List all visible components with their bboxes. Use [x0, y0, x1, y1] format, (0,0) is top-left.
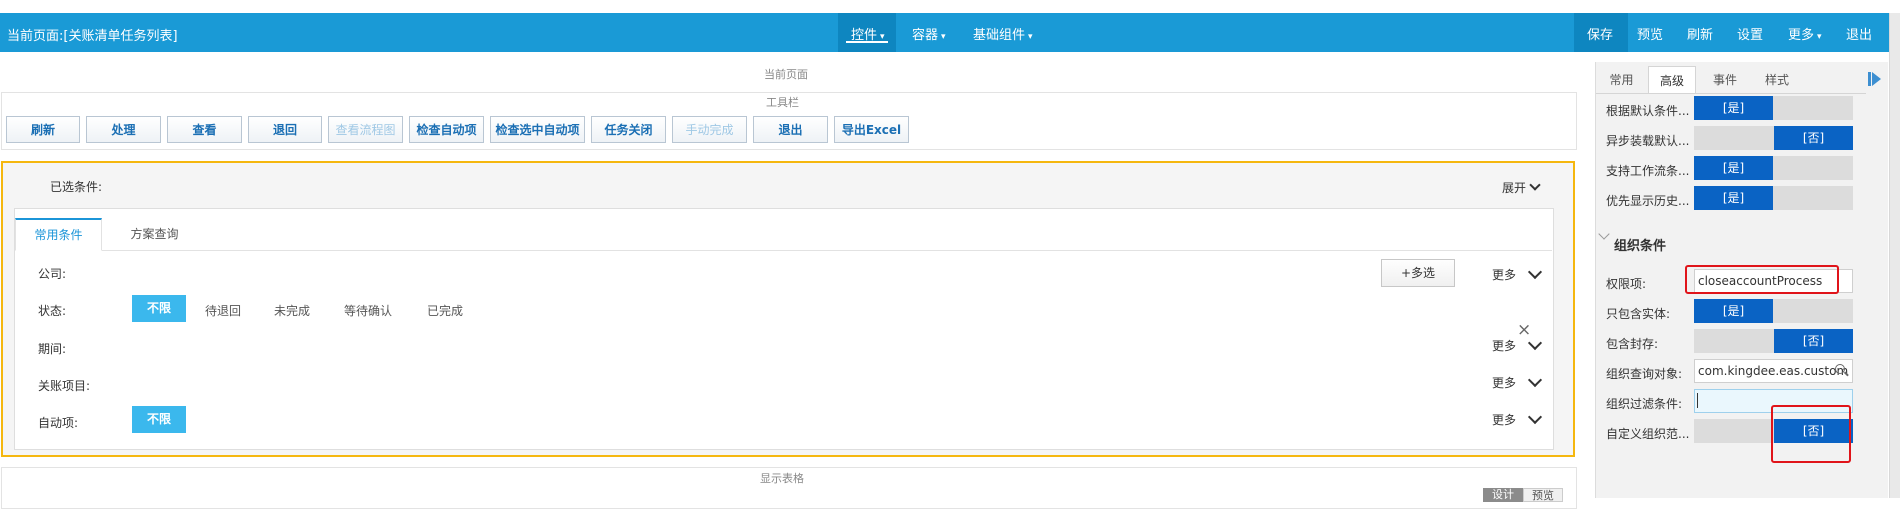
period-more-link[interactable]: 更多	[1492, 337, 1516, 354]
prop-workflow-label: 支持工作流条...	[1606, 164, 1690, 178]
filter-condition-box	[14, 208, 1554, 450]
toolbar-refresh-button[interactable]: 刷新	[6, 116, 80, 143]
menu-containers-label: 容器	[912, 28, 939, 43]
custom-org-range-label: 自定义组织范...	[1606, 427, 1690, 441]
auto-item-option-any[interactable]: 不限	[132, 406, 186, 433]
prop-default-condition-label: 根据默认条件...	[1606, 104, 1690, 118]
grid-design-mode[interactable]: 设计	[1483, 488, 1523, 502]
panel-tab-divider	[1596, 93, 1866, 94]
filter-row-company-label: 公司:	[38, 267, 67, 281]
selected-conditions-label: 已选条件:	[50, 180, 103, 194]
filter-row-status-label: 状态:	[38, 304, 67, 318]
filter-row-closing-item-label: 关账项目:	[38, 379, 91, 393]
more-menu[interactable]: 更多 ▾	[1788, 24, 1822, 43]
entity-only-toggle[interactable]: [是]	[1694, 299, 1853, 323]
menu-controls[interactable]: 控件 ▾	[851, 24, 885, 43]
toolbar-task-close-button[interactable]: 任务关闭	[591, 116, 666, 143]
tab-scheme-query[interactable]: 方案查询	[102, 218, 207, 250]
panel-tab-styles[interactable]: 样式	[1753, 66, 1801, 94]
text-cursor	[1697, 393, 1698, 408]
status-option-incomplete[interactable]: 未完成	[274, 302, 310, 319]
tab-divider	[15, 250, 1552, 251]
right-scrollbar[interactable]	[1889, 13, 1900, 498]
toggle-value: [是]	[1694, 96, 1773, 120]
toolbar-title: 工具栏	[766, 96, 799, 109]
org-query-object-input[interactable]: com.kingdee.eas.custom	[1694, 359, 1853, 383]
tab-common-conditions[interactable]: 常用条件	[15, 218, 102, 251]
toolbar-manual-complete-button[interactable]: 手动完成	[672, 116, 747, 143]
multi-select-button[interactable]: +多选	[1381, 259, 1455, 287]
menu-basic-components-label: 基础组件	[973, 28, 1026, 43]
save-button[interactable]: 保存	[1587, 24, 1613, 43]
menu-basic-components[interactable]: 基础组件 ▾	[973, 24, 1033, 43]
status-option-any[interactable]: 不限	[132, 295, 186, 322]
close-icon[interactable]: ×	[1517, 322, 1531, 339]
filter-row-period-label: 期间:	[38, 342, 67, 356]
toggle-value: [是]	[1694, 299, 1773, 323]
chevron-down-icon: ▾	[941, 32, 946, 42]
panel-tab-events[interactable]: 事件	[1701, 66, 1749, 94]
toolbar-view-flowchart-button[interactable]: 查看流程图	[328, 116, 403, 143]
prop-default-condition-toggle[interactable]: [是]	[1694, 96, 1853, 120]
closing-item-more-link[interactable]: 更多	[1492, 374, 1516, 391]
expand-toggle[interactable]: 展开	[1502, 179, 1526, 196]
panel-tab-advanced[interactable]: 高级	[1648, 66, 1696, 94]
entity-only-label: 只包含实体:	[1606, 307, 1671, 321]
org-query-object-label: 组织查询对象:	[1606, 367, 1683, 381]
chevron-down-icon: ▾	[1028, 32, 1033, 42]
status-option-pending-return[interactable]: 待退回	[205, 302, 241, 319]
collapse-panel-bar	[1868, 72, 1871, 86]
menu-containers[interactable]: 容器 ▾	[912, 24, 946, 43]
grid-preview-mode[interactable]: 预览	[1523, 488, 1563, 502]
settings-button[interactable]: 设置	[1737, 24, 1763, 43]
prop-history-label: 优先显示历史...	[1606, 194, 1690, 208]
include-sealed-label: 包含封存:	[1606, 337, 1659, 351]
chevron-down-icon: ▾	[1817, 32, 1822, 42]
toolbar-exit-button[interactable]: 退出	[753, 116, 828, 143]
canvas-title: 当前页面	[764, 68, 808, 81]
toggle-value: [是]	[1694, 186, 1773, 210]
filter-row-auto-item-label: 自动项:	[38, 416, 79, 430]
highlight-custom-range-box	[1771, 405, 1851, 463]
menu-controls-label: 控件	[851, 28, 878, 43]
permission-item-label: 权限项:	[1606, 277, 1647, 291]
toolbar-return-button[interactable]: 退回	[248, 116, 322, 143]
status-option-completed[interactable]: 已完成	[427, 302, 463, 319]
include-sealed-toggle[interactable]: [否]	[1694, 329, 1853, 353]
collapse-arrow-icon[interactable]	[1872, 72, 1881, 86]
highlight-permission-box	[1685, 265, 1839, 294]
more-menu-label: 更多	[1788, 28, 1815, 43]
prop-async-load-toggle[interactable]: [否]	[1694, 126, 1853, 150]
company-more-link[interactable]: 更多	[1492, 266, 1516, 283]
org-conditions-section-title: 组织条件	[1614, 239, 1667, 254]
toolbar-check-auto-button[interactable]: 检查自动项	[409, 116, 484, 143]
grid-title: 显示表格	[760, 472, 804, 485]
org-filter-label: 组织过滤条件:	[1606, 397, 1683, 411]
preview-button[interactable]: 预览	[1637, 24, 1663, 43]
toolbar-check-selected-auto-button[interactable]: 检查选中自动项	[490, 116, 585, 143]
panel-tab-common[interactable]: 常用	[1599, 66, 1644, 94]
toolbar-view-button[interactable]: 查看	[167, 116, 242, 143]
exit-button[interactable]: 退出	[1846, 24, 1872, 43]
prop-workflow-toggle[interactable]: [是]	[1694, 156, 1853, 180]
status-option-awaiting-confirm[interactable]: 等待确认	[344, 302, 392, 319]
toggle-value: [否]	[1774, 329, 1853, 353]
prop-async-load-label: 异步装载默认...	[1606, 134, 1690, 148]
current-page-label: 当前页面:[关账清单任务列表]	[7, 29, 178, 44]
toolbar-process-button[interactable]: 处理	[86, 116, 161, 143]
auto-item-more-link[interactable]: 更多	[1492, 411, 1516, 428]
refresh-button[interactable]: 刷新	[1687, 24, 1713, 43]
chevron-down-icon: ▾	[880, 32, 885, 42]
prop-history-toggle[interactable]: [是]	[1694, 186, 1853, 210]
toolbar-export-excel-button[interactable]: 导出Excel	[834, 116, 909, 143]
toggle-value: [是]	[1694, 156, 1773, 180]
toggle-value: [否]	[1774, 126, 1853, 150]
